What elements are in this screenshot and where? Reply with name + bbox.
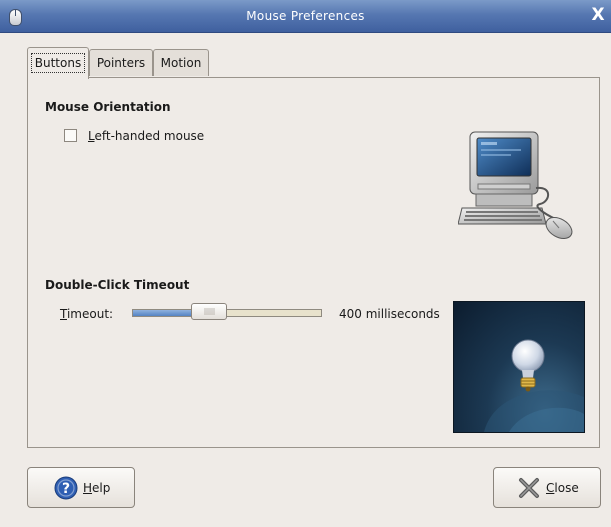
title-bar: Mouse Preferences X [0, 0, 611, 33]
lightbulb-icon [484, 339, 584, 432]
tab-buttons[interactable]: Buttons [27, 47, 89, 79]
help-button-label: Help [83, 481, 111, 495]
double-click-timeout-heading: Double-Click Timeout [45, 278, 190, 292]
timeout-label: Timeout: [60, 307, 114, 321]
timeout-value: 400 milliseconds [339, 307, 440, 321]
tab-pointers-label: Pointers [96, 56, 146, 70]
window-close-button[interactable]: X [589, 6, 607, 24]
double-click-timeout-slider[interactable] [132, 303, 322, 320]
close-icon [519, 478, 539, 498]
help-icon: ? [54, 476, 78, 500]
left-handed-checkbox[interactable] [64, 129, 77, 142]
window-title: Mouse Preferences [246, 9, 365, 23]
slider-trough [132, 309, 322, 317]
svg-text:?: ? [62, 481, 70, 497]
close-button-label: Close [546, 481, 579, 495]
tab-motion[interactable]: Motion [153, 49, 209, 76]
computer-mouse-icon [458, 131, 573, 239]
slider-grip [204, 308, 215, 315]
slider-handle[interactable] [191, 303, 227, 320]
close-button[interactable]: Close [493, 467, 601, 508]
double-click-test-area[interactable] [453, 301, 585, 433]
tab-buttons-label: Buttons [30, 53, 86, 73]
left-handed-label: Left-handed mouse [88, 129, 205, 143]
help-button[interactable]: ? Help [27, 467, 135, 508]
tab-motion-label: Motion [160, 56, 202, 70]
mouse-orientation-heading: Mouse Orientation [45, 100, 171, 114]
tab-pointers[interactable]: Pointers [89, 49, 153, 76]
